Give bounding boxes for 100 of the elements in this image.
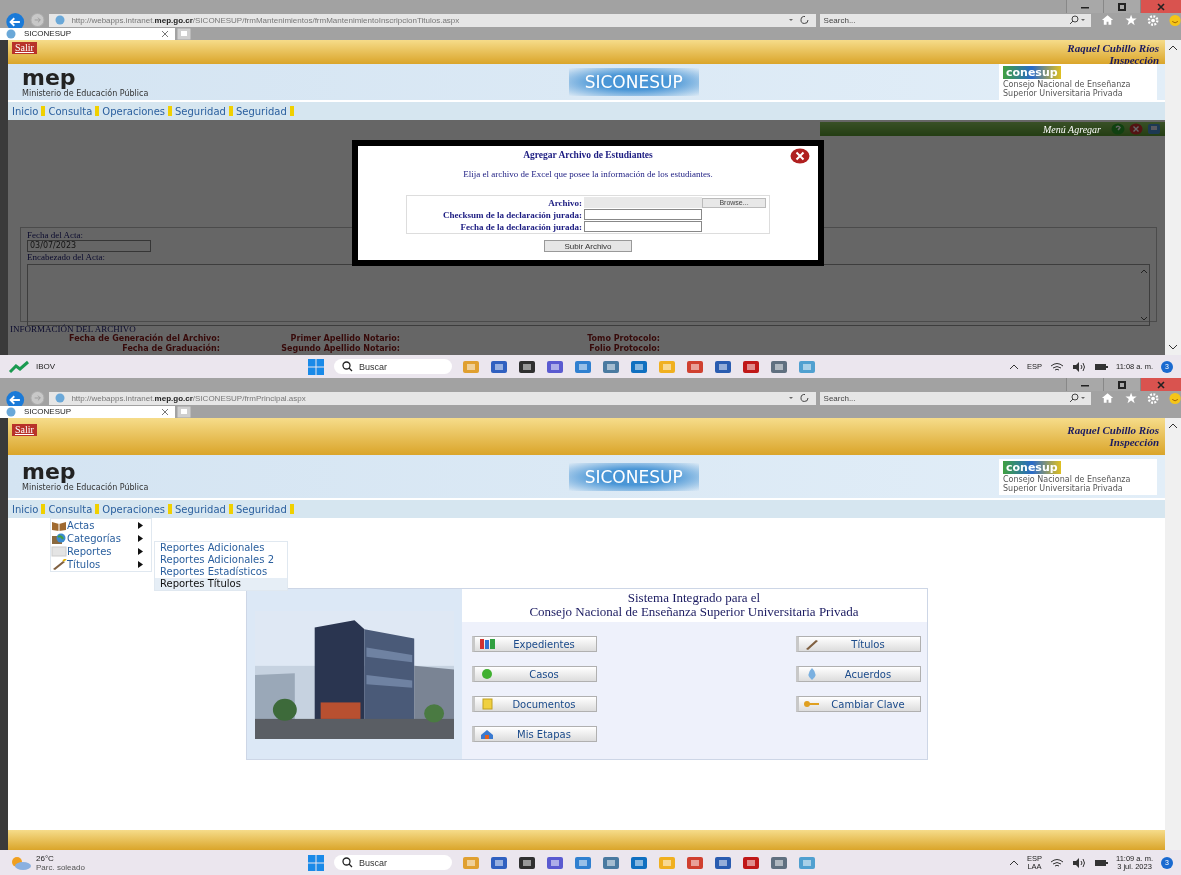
nav-button[interactable]: Acuerdos xyxy=(795,666,921,682)
menu-item[interactable]: Operaciones xyxy=(101,503,166,515)
search-field[interactable]: Search... xyxy=(819,391,1092,405)
wifi-icon[interactable] xyxy=(1050,361,1065,372)
new-tab-button[interactable] xyxy=(177,27,191,40)
restore-button[interactable] xyxy=(1103,378,1140,391)
menu-item[interactable]: Seguridad xyxy=(234,503,288,515)
scrollbar[interactable] xyxy=(1165,40,1181,355)
star-icon[interactable] xyxy=(1124,392,1137,404)
taskbar-app-icon[interactable] xyxy=(490,358,508,375)
scroll-up-icon[interactable] xyxy=(1168,422,1178,430)
taskbar-app-icon[interactable] xyxy=(518,358,536,375)
nav-button[interactable]: Cambiar Clave xyxy=(795,696,921,712)
menu-item[interactable]: Títulos xyxy=(51,558,151,571)
menu-item[interactable]: Actas xyxy=(51,519,151,532)
submenu-item[interactable]: Reportes Adicionales 2 xyxy=(155,554,287,566)
menu-item[interactable]: Seguridad xyxy=(174,105,227,117)
refresh-icon[interactable] xyxy=(787,15,810,25)
taskbar-app-icon[interactable] xyxy=(742,854,760,871)
menu-item[interactable]: Seguridad xyxy=(174,503,227,515)
search-field[interactable]: Search... xyxy=(819,13,1092,27)
nav-button[interactable]: Casos xyxy=(471,666,597,682)
new-tab-button[interactable] xyxy=(177,405,191,418)
menu-item[interactable]: Consulta xyxy=(47,503,94,515)
nav-button[interactable]: Títulos xyxy=(795,636,921,652)
scrollbar[interactable] xyxy=(1165,418,1181,850)
taskbar-app-icon[interactable] xyxy=(742,358,760,375)
user-name: Raquel Cubillo Ríos xyxy=(1067,424,1159,436)
widget-subtitle: Parc. soleado xyxy=(36,862,85,872)
site-title: SICONESUP xyxy=(568,462,699,491)
search-icon xyxy=(342,361,353,372)
windows-start-icon[interactable] xyxy=(308,854,324,871)
user-role: Inspección xyxy=(1109,54,1159,66)
globe-icon xyxy=(51,533,67,544)
windows-start-icon[interactable] xyxy=(308,358,324,375)
input-field[interactable] xyxy=(584,209,702,220)
submenu-item[interactable]: Reportes Adicionales xyxy=(155,542,287,554)
widget-title: IBOV xyxy=(36,362,56,371)
submenu-item[interactable]: Reportes Títulos xyxy=(155,578,287,590)
close-button[interactable] xyxy=(1140,378,1181,391)
nav-button[interactable]: Mis Etapas xyxy=(471,726,597,742)
browser-tab[interactable]: SICONESUP xyxy=(0,27,175,40)
url-text: http://webapps.intranet.mep.go.cr/SICONESUP/frmPrincipal.aspx xyxy=(71,393,307,403)
scroll-down-icon[interactable] xyxy=(1168,343,1178,351)
menu-item[interactable]: Consulta xyxy=(47,105,94,117)
nav-button[interactable]: Expedientes xyxy=(471,636,597,652)
dialog-instruction: Elija el archivo de Excel que posee la información de los estudiantes. xyxy=(463,169,713,179)
submenu-item[interactable]: Reportes Estadísticos xyxy=(155,566,287,578)
address-bar[interactable]: http://webapps.intranet.mep.go.cr/SICONESUP/frmMantenimientos/frmMantenimientoInscripcionTitulos.aspx xyxy=(49,13,816,27)
close-icon xyxy=(1156,379,1166,390)
taskbar-app-icon[interactable] xyxy=(490,854,508,871)
url-text: http://webapps.intranet.mep.go.cr/SICONESUP/frmMantenimientos/frmMantenimientoInscripcionTitulos.aspx xyxy=(71,15,461,25)
chevron-up-icon[interactable] xyxy=(1009,858,1019,867)
logout-link[interactable]: Salir xyxy=(12,424,37,436)
star-icon[interactable] xyxy=(1124,14,1137,26)
field-label: Fecha del Acta: xyxy=(27,230,83,240)
menu-item[interactable]: Seguridad xyxy=(234,105,288,117)
battery-icon[interactable] xyxy=(1094,857,1109,868)
close-icon[interactable] xyxy=(161,407,169,416)
input-field[interactable] xyxy=(584,221,702,232)
chevron-up-icon[interactable] xyxy=(1009,362,1019,371)
home-icon[interactable] xyxy=(1101,14,1115,26)
action-bar-label: Menú Agregar xyxy=(1042,123,1101,135)
menu-item[interactable]: Inicio xyxy=(11,105,40,117)
restore-button[interactable] xyxy=(1103,0,1140,13)
chart-icon[interactable] xyxy=(8,358,32,375)
speaker-icon[interactable] xyxy=(1072,857,1087,868)
scroll-up-icon[interactable] xyxy=(1168,44,1178,52)
home-icon[interactable] xyxy=(1101,392,1115,404)
field-label: Tomo Protocolo: xyxy=(586,334,660,344)
menu-item[interactable]: Categorías xyxy=(51,532,151,545)
logout-link[interactable]: Salir xyxy=(12,42,37,54)
taskbar-app-icon[interactable] xyxy=(714,854,732,871)
taskbar-app-icon[interactable] xyxy=(518,854,536,871)
settings-icon[interactable] xyxy=(1146,13,1159,27)
menu-item[interactable]: Operaciones xyxy=(101,105,166,117)
file-path-field[interactable] xyxy=(584,197,702,208)
ministry-logo: mep Ministerio de Educación Pública xyxy=(22,461,149,492)
cancel-icon[interactable] xyxy=(1129,123,1143,135)
nav-button[interactable]: Documentos xyxy=(471,696,597,712)
help-icon[interactable] xyxy=(1111,123,1125,135)
battery-icon[interactable] xyxy=(1094,361,1109,372)
address-bar[interactable]: http://webapps.intranet.mep.go.cr/SICONESUP/frmPrincipal.aspx xyxy=(49,391,816,405)
wifi-icon[interactable] xyxy=(1050,857,1065,868)
field-label: Checksum de la declaración jurada: xyxy=(442,209,583,220)
close-icon[interactable] xyxy=(161,29,169,38)
taskbar-search[interactable]: Buscar xyxy=(334,855,452,870)
upload-button[interactable]: Subir Archivo xyxy=(544,240,632,252)
field-label: Fecha de Graduación: xyxy=(121,344,220,354)
close-button[interactable] xyxy=(790,148,810,164)
search-icon xyxy=(1069,15,1088,25)
menu-item[interactable]: Inicio xyxy=(11,503,40,515)
close-button[interactable] xyxy=(1140,0,1181,13)
speaker-icon[interactable] xyxy=(1072,361,1087,372)
settings-icon[interactable] xyxy=(1146,391,1159,405)
taskbar-search[interactable]: Buscar xyxy=(334,359,452,374)
refresh-icon[interactable] xyxy=(787,393,810,403)
taskbar-app-icon[interactable] xyxy=(714,358,732,375)
books-icon xyxy=(478,638,497,650)
browser-tab[interactable]: SICONESUP xyxy=(0,405,175,418)
